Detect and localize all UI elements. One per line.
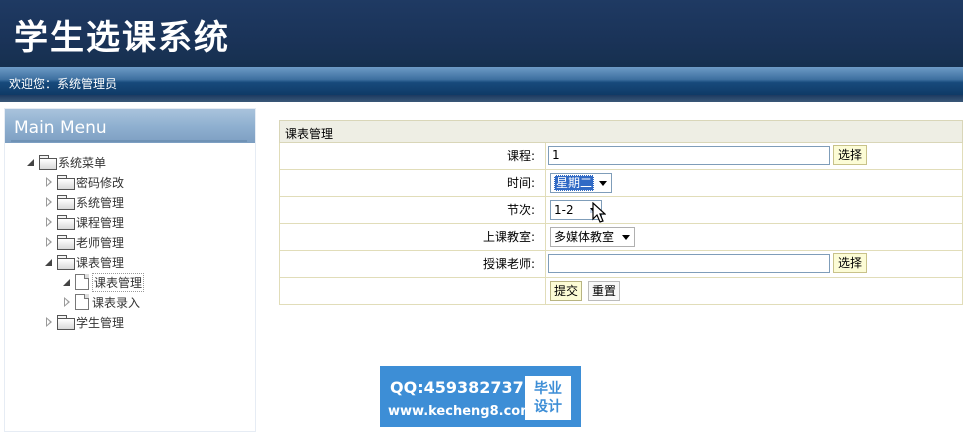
sidebar-item-label: 课表管理 — [76, 255, 125, 270]
sidebar-item-label: 课表录入 — [92, 295, 141, 310]
watermark-badge: 毕业 设计 — [525, 376, 571, 420]
sidebar-item-label: 密码修改 — [76, 175, 125, 190]
form-row-period: 节次: 1-2 — [279, 197, 963, 224]
tree-root-label: 系统菜单 — [58, 155, 107, 170]
collapsed-arrow-icon[interactable] — [43, 196, 57, 208]
welcome-bar: 欢迎您：系统管理员 — [0, 67, 963, 95]
menu-title: Main Menu — [14, 118, 107, 138]
sidebar-item-password[interactable]: 密码修改 — [43, 172, 124, 192]
app-title: 学生选课系统 — [14, 18, 230, 58]
period-label: 节次: — [280, 197, 546, 223]
watermark-banner: QQ:459382737 www.kecheng8.com 毕业 设计 — [380, 366, 581, 427]
collapsed-arrow-icon[interactable] — [43, 216, 57, 228]
sidebar-item-label: 课程管理 — [76, 215, 125, 230]
watermark-badge-line2: 设计 — [534, 399, 562, 415]
file-icon — [75, 274, 89, 290]
schedule-form: 课表管理 课程: 1 选择 时间: 星期二 节次: 1-2 上课教室: 多媒体教… — [279, 120, 963, 305]
folder-icon — [57, 215, 75, 230]
sidebar-item-teachers[interactable]: 老师管理 — [43, 232, 124, 252]
reset-button[interactable]: 重置 — [588, 281, 621, 301]
course-input[interactable]: 1 — [548, 146, 830, 165]
sidebar-item-label: 学生管理 — [76, 315, 125, 330]
watermark-qq: QQ:459382737 — [390, 378, 524, 397]
file-icon — [75, 294, 89, 310]
teacher-input[interactable] — [548, 254, 830, 273]
menu-header-divider — [11, 140, 247, 142]
form-row-room: 上课教室: 多媒体教室 — [279, 224, 963, 251]
teacher-select-button[interactable]: 选择 — [833, 253, 868, 273]
course-field-cell: 1 选择 — [547, 143, 963, 169]
collapsed-arrow-icon[interactable] — [43, 236, 57, 248]
menu-header: Main Menu — [5, 109, 255, 143]
welcome-text: 欢迎您：系统管理员 — [9, 77, 118, 91]
sidebar-item-students[interactable]: 学生管理 — [43, 312, 124, 332]
sidebar-item-label: 课表管理 — [92, 272, 145, 292]
period-select-value: 1-2 — [554, 203, 574, 217]
actions-field-cell: 提交 重置 — [547, 278, 963, 304]
form-row-actions: 提交 重置 — [279, 278, 963, 305]
folder-icon — [57, 315, 75, 330]
sidebar-item-system[interactable]: 系统管理 — [43, 192, 124, 212]
mouse-cursor-icon — [592, 202, 606, 223]
actions-label-cell — [280, 278, 546, 304]
watermark-badge-line1: 毕业 — [534, 381, 562, 397]
room-field-cell: 多媒体教室 — [547, 224, 963, 250]
folder-icon — [57, 175, 75, 190]
expanded-arrow-icon[interactable] — [43, 256, 57, 268]
sidebar-subitem-schedule-manage[interactable]: 课表管理 — [61, 272, 145, 292]
form-row-course: 课程: 1 选择 — [279, 143, 963, 170]
time-select[interactable]: 星期二 — [550, 173, 612, 193]
sidebar-item-courses[interactable]: 课程管理 — [43, 212, 124, 232]
sidebar-subitem-schedule-entry[interactable]: 课表录入 — [61, 292, 140, 312]
sidebar-item-label: 系统管理 — [76, 195, 125, 210]
time-label: 时间: — [280, 170, 546, 196]
sidebar-item-label: 老师管理 — [76, 235, 125, 250]
room-select-value: 多媒体教室 — [554, 230, 615, 244]
time-select-value: 星期二 — [554, 175, 595, 191]
sidebar-item-schedule[interactable]: 课表管理 — [43, 252, 124, 272]
room-label: 上课教室: — [280, 224, 546, 250]
form-title-bar: 课表管理 — [279, 120, 963, 143]
collapsed-arrow-icon[interactable] — [43, 176, 57, 188]
tree-root[interactable]: 系统菜单 — [25, 152, 106, 172]
time-field-cell: 星期二 — [547, 170, 963, 196]
folder-icon — [57, 235, 75, 250]
room-select[interactable]: 多媒体教室 — [550, 227, 635, 247]
expanded-arrow-icon[interactable] — [61, 276, 75, 288]
folder-icon — [57, 195, 75, 210]
form-row-teacher: 授课老师: 选择 — [279, 251, 963, 278]
folder-icon — [39, 155, 57, 170]
folder-icon — [57, 255, 75, 270]
chevron-down-icon — [599, 181, 607, 186]
course-select-button[interactable]: 选择 — [833, 145, 868, 165]
collapsed-arrow-icon[interactable] — [43, 316, 57, 328]
course-label: 课程: — [280, 143, 546, 169]
submit-button[interactable]: 提交 — [550, 281, 583, 301]
form-row-time: 时间: 星期二 — [279, 170, 963, 197]
sidebar: Main Menu 系统菜单 密码修改 系统管理 课程管理 老师管理 课表管理 … — [4, 108, 256, 432]
form-title: 课表管理 — [285, 127, 334, 141]
expanded-arrow-icon[interactable] — [25, 156, 39, 168]
header-divider — [0, 95, 963, 102]
chevron-down-icon — [622, 235, 630, 240]
period-field-cell: 1-2 — [547, 197, 963, 223]
collapsed-arrow-icon[interactable] — [61, 296, 75, 308]
watermark-url: www.kecheng8.com — [388, 404, 534, 419]
teacher-field-cell: 选择 — [547, 251, 963, 277]
teacher-label: 授课老师: — [280, 251, 546, 277]
app-header: 学生选课系统 — [0, 0, 963, 67]
